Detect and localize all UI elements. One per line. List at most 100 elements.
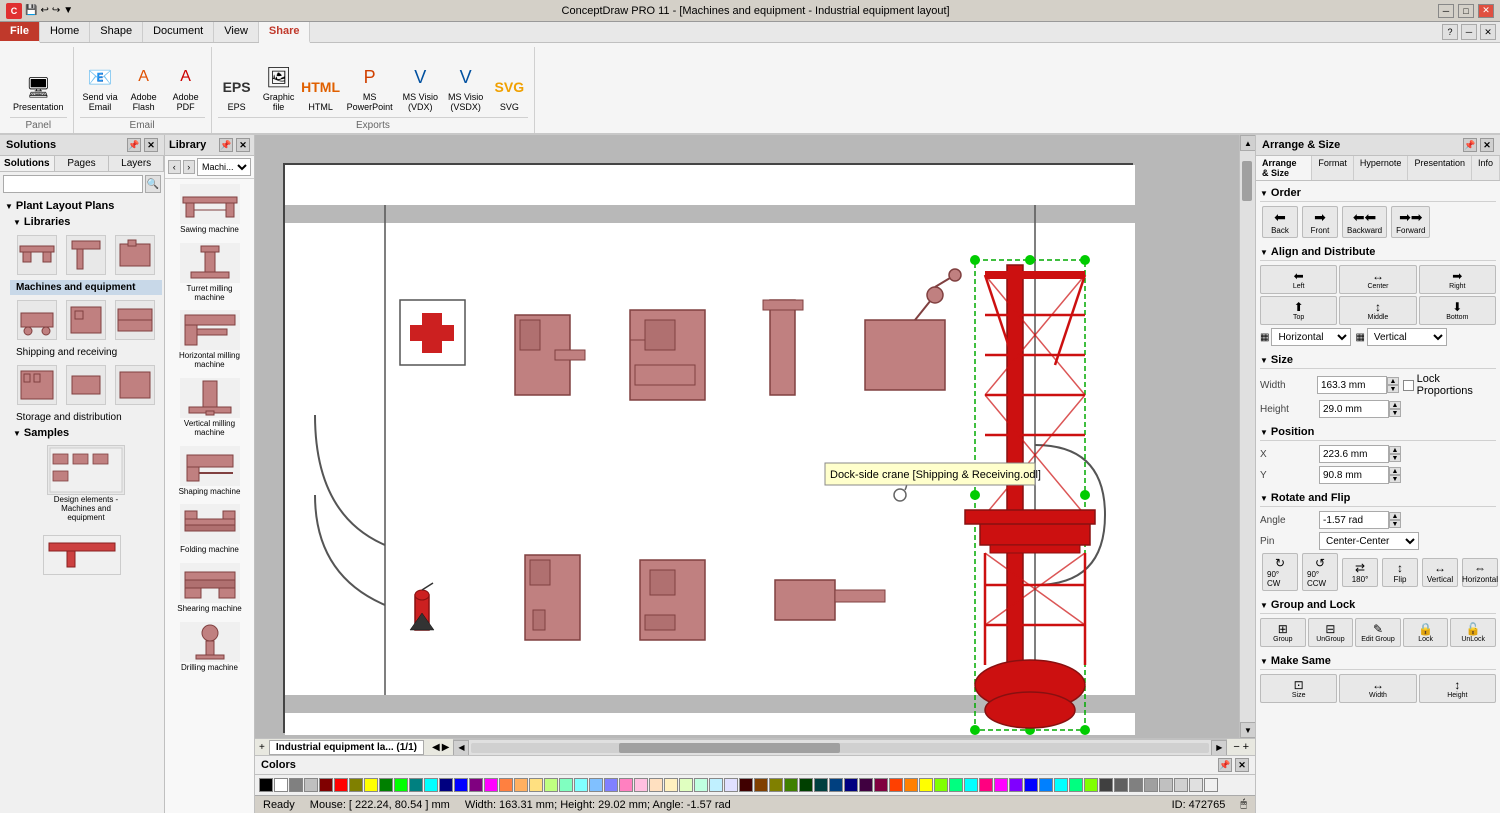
page-tab-1[interactable]: Industrial equipment la... (1/1) (269, 740, 424, 755)
ribbon-close[interactable]: ✕ (1480, 24, 1496, 40)
color-swatch-38[interactable] (829, 778, 843, 792)
color-swatch-1[interactable] (274, 778, 288, 792)
color-swatch-31[interactable] (724, 778, 738, 792)
pin-select[interactable]: Center-Center (1319, 532, 1419, 550)
solutions-search-input[interactable] (3, 175, 143, 193)
tab-home[interactable]: Home (40, 22, 90, 42)
color-swatch-45[interactable] (934, 778, 948, 792)
color-swatch-35[interactable] (784, 778, 798, 792)
lib-item-9[interactable] (112, 363, 159, 407)
page-nav-right[interactable]: ▶ (442, 742, 450, 753)
color-swatch-44[interactable] (919, 778, 933, 792)
hscroll-thumb[interactable] (619, 743, 840, 753)
rotate-90cw-button[interactable]: ↻ 90° CW (1262, 553, 1298, 591)
color-swatch-23[interactable] (604, 778, 618, 792)
order-forward-button[interactable]: ➡➡ Forward (1391, 206, 1430, 238)
sample-item-2[interactable] (42, 533, 122, 577)
align-center-button[interactable]: ↔ Center (1339, 265, 1416, 294)
color-swatch-10[interactable] (409, 778, 423, 792)
ms-visio-vsdx-button[interactable]: V MS Visio(VSDX) (445, 59, 486, 115)
library-dropdown[interactable]: Machi... (197, 158, 251, 176)
rotate-180-button[interactable]: ⇄ 180° (1342, 558, 1378, 587)
color-swatch-59[interactable] (1144, 778, 1158, 792)
color-swatch-9[interactable] (394, 778, 408, 792)
maximize-button[interactable]: □ (1458, 4, 1474, 18)
position-section-header[interactable]: ▼ Position (1260, 424, 1496, 441)
color-swatch-41[interactable] (874, 778, 888, 792)
color-swatch-33[interactable] (754, 778, 768, 792)
flip-horizontal-button[interactable]: ↔ Vertical (1422, 558, 1458, 587)
svg-button[interactable]: SVG SVG (490, 69, 528, 115)
plant-layout-header[interactable]: ▼ Plant Layout Plans (2, 198, 162, 214)
lib-item-6[interactable] (112, 298, 159, 342)
tab-document[interactable]: Document (143, 22, 214, 42)
color-swatch-46[interactable] (949, 778, 963, 792)
graphic-file-button[interactable]: 🖼 Graphicfile (260, 59, 298, 115)
sample-item-1[interactable]: Design elements - Machines and equipment (46, 443, 126, 524)
align-left-button[interactable]: ⬅ Left (1260, 265, 1337, 294)
arrange-tab-info[interactable]: Info (1472, 156, 1500, 180)
vscroll-thumb[interactable] (1242, 161, 1252, 201)
color-swatch-56[interactable] (1099, 778, 1113, 792)
edit-group-button[interactable]: ✎ Edit Group (1355, 618, 1401, 647)
color-swatch-2[interactable] (289, 778, 303, 792)
ms-visio-vdx-button[interactable]: V MS Visio(VDX) (400, 59, 441, 115)
library-close-button[interactable]: ✕ (236, 138, 250, 152)
height-spin-up[interactable]: ▲ (1389, 401, 1401, 409)
color-swatch-62[interactable] (1189, 778, 1203, 792)
lib-vert-milling[interactable]: Vertical milling machine (170, 376, 250, 440)
arrange-tab-presentation[interactable]: Presentation (1408, 156, 1472, 180)
close-button[interactable]: ✕ (1478, 4, 1494, 18)
unlock-button[interactable]: 🔓 UnLock (1450, 618, 1496, 647)
lib-item-2[interactable] (62, 233, 109, 277)
send-email-button[interactable]: 📧 Send viaEmail (80, 59, 121, 115)
horizontal-scrollbar[interactable]: ◀ ▶ (453, 739, 1227, 755)
hscroll-left[interactable]: ◀ (453, 740, 469, 756)
vertical-scrollbar[interactable]: ▲ ▼ (1239, 135, 1255, 738)
y-spin-down[interactable]: ▼ (1389, 475, 1401, 483)
color-swatch-30[interactable] (709, 778, 723, 792)
make-same-height-button[interactable]: ↕ Height (1419, 674, 1496, 703)
minimize-button[interactable]: ─ (1438, 4, 1454, 18)
align-middle-button[interactable]: ↕ Middle (1339, 296, 1416, 325)
color-swatch-17[interactable] (514, 778, 528, 792)
color-swatch-29[interactable] (694, 778, 708, 792)
color-swatch-32[interactable] (739, 778, 753, 792)
lib-shearing[interactable]: Shearing machine (170, 561, 250, 616)
quick-access-redo[interactable]: ↪ (52, 5, 60, 16)
ms-powerpoint-button[interactable]: P MSPowerPoint (344, 59, 396, 115)
canvas-bg[interactable]: Dock-side crane [Shipping & Receiving.od… (255, 135, 1239, 738)
ribbon-help[interactable]: ? (1442, 24, 1458, 40)
width-input[interactable] (1317, 376, 1387, 394)
color-swatch-7[interactable] (364, 778, 378, 792)
color-swatch-26[interactable] (649, 778, 663, 792)
hscroll-right[interactable]: ▶ (1211, 740, 1227, 756)
lib-item-3[interactable] (112, 233, 159, 277)
angle-spin-down[interactable]: ▼ (1389, 520, 1401, 528)
vert-distribute-select[interactable]: Vertical (1367, 328, 1447, 346)
lib-item-8[interactable] (62, 363, 109, 407)
arrange-tab-hypernote[interactable]: Hypernote (1354, 156, 1409, 180)
color-swatch-24[interactable] (619, 778, 633, 792)
lib-shaping[interactable]: Shaping machine (170, 444, 250, 499)
color-swatch-54[interactable] (1069, 778, 1083, 792)
hscroll-track[interactable] (471, 743, 1209, 753)
horiz-distribute-select[interactable]: Horizontal (1271, 328, 1351, 346)
vscroll-up[interactable]: ▲ (1240, 135, 1255, 151)
color-swatch-63[interactable] (1204, 778, 1218, 792)
align-bottom-button[interactable]: ⬇ Bottom (1419, 296, 1496, 325)
lib-sawing-machine[interactable]: Sawing machine (170, 182, 250, 237)
color-swatch-39[interactable] (844, 778, 858, 792)
arrange-tab-format[interactable]: Format (1312, 156, 1354, 180)
tree-item-storage[interactable]: Storage and distribution (10, 410, 162, 425)
color-swatch-19[interactable] (544, 778, 558, 792)
diagram-area[interactable]: Dock-side crane [Shipping & Receiving.od… (255, 135, 1255, 738)
color-swatch-0[interactable] (259, 778, 273, 792)
solutions-tab-layers[interactable]: Layers (109, 156, 164, 171)
flip-vertical-button[interactable]: ↕ Flip (1382, 558, 1418, 587)
quick-access-undo[interactable]: ↩ (40, 5, 48, 16)
y-spin-up[interactable]: ▲ (1389, 467, 1401, 475)
color-swatch-16[interactable] (499, 778, 513, 792)
presentation-button[interactable]: 🖥 Presentation (10, 69, 67, 115)
x-input[interactable] (1319, 445, 1389, 463)
